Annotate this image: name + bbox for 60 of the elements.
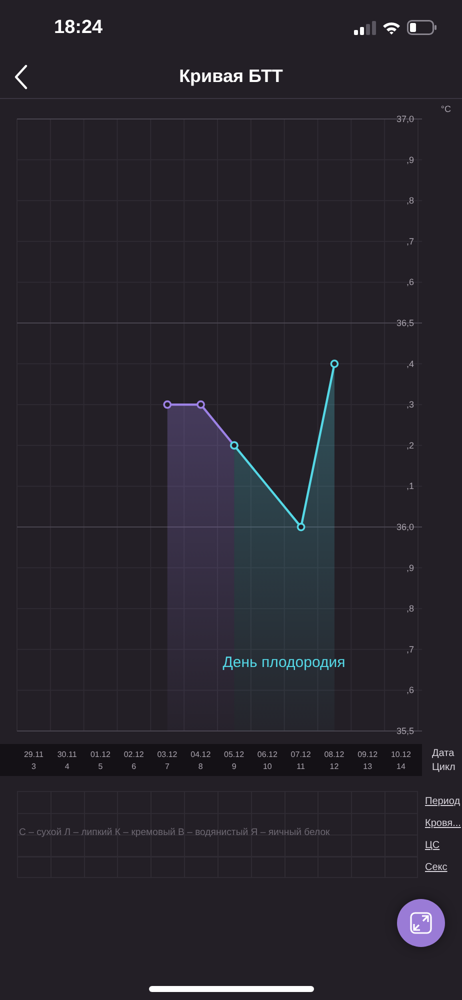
axis-label: ,7 [406, 236, 414, 246]
axis-label: ,8 [406, 196, 414, 206]
data-point [330, 360, 339, 368]
signal-icon [354, 20, 376, 34]
date-label: 01.12 [90, 750, 110, 758]
row-link[interactable]: ЦС [425, 834, 461, 856]
status-time: 18:24 [54, 16, 104, 38]
axis-label: ,4 [406, 358, 414, 369]
data-point [196, 400, 205, 409]
cycle-day-label: 5 [98, 762, 103, 770]
axis-label: 35,5 [396, 726, 414, 736]
cycle-day-label: 9 [232, 762, 236, 770]
date-label: 02.12 [124, 750, 144, 758]
axis-label: 36,0 [396, 522, 414, 532]
expand-button[interactable] [397, 899, 445, 947]
axis-label: ,6 [406, 277, 414, 288]
date-label: 03.12 [157, 750, 178, 758]
cycle-day-label: 11 [296, 762, 305, 770]
axis-label: ,9 [406, 154, 414, 165]
axis-label: 36,5 [396, 318, 414, 328]
date-label: 29.11 [24, 750, 44, 758]
cycle-day-label: 8 [198, 762, 203, 770]
data-point [296, 522, 306, 532]
data-point [163, 400, 172, 409]
row-label: Цикл [432, 762, 456, 772]
cycle-day-label: 13 [363, 762, 372, 770]
row-link[interactable]: Секс [425, 856, 461, 878]
date-label: 04.12 [190, 750, 211, 758]
annotation-label: День плодородия [222, 654, 346, 671]
axis-label: ,3 [406, 400, 414, 410]
cycle-day-label: 3 [31, 762, 36, 770]
axis-label: ,6 [406, 685, 414, 696]
cycle-day-label: 10 [262, 762, 272, 770]
cycle-day-label: 14 [396, 762, 406, 770]
axis-label: 37,0 [396, 114, 414, 124]
screen-title: Кривая БТТ [179, 66, 283, 86]
cycle-day-label: 12 [330, 762, 339, 770]
axis-label: ,1 [406, 481, 414, 492]
cycle-day-label: 6 [132, 762, 136, 770]
expand-icon [410, 912, 432, 934]
battery-icon [407, 20, 437, 35]
date-label: 06.12 [257, 750, 278, 758]
axis-label: ,2 [406, 440, 414, 450]
date-label: 09.12 [358, 750, 378, 758]
legend-text: С – сухой Л – липкий К – кремовый В – водянистый Я – яичный белок [19, 827, 330, 838]
wifi-icon [382, 20, 401, 34]
date-label: 05.12 [224, 750, 244, 758]
unit-label: °C [440, 104, 451, 114]
axis-label: ,8 [406, 604, 414, 614]
date-label: 30.11 [57, 750, 77, 758]
axis-label: ,7 [406, 644, 414, 654]
date-label: 08.12 [324, 750, 344, 758]
row-link[interactable]: Кровя... [425, 812, 461, 834]
date-label: 07.12 [290, 750, 311, 758]
cycle-day-label: 7 [165, 762, 170, 770]
date-label: 10.12 [390, 750, 411, 758]
row-link[interactable]: Период [425, 791, 461, 813]
axis-label: ,9 [406, 562, 414, 573]
row-label: Дата [432, 748, 456, 758]
cycle-day-label: 4 [64, 762, 70, 770]
